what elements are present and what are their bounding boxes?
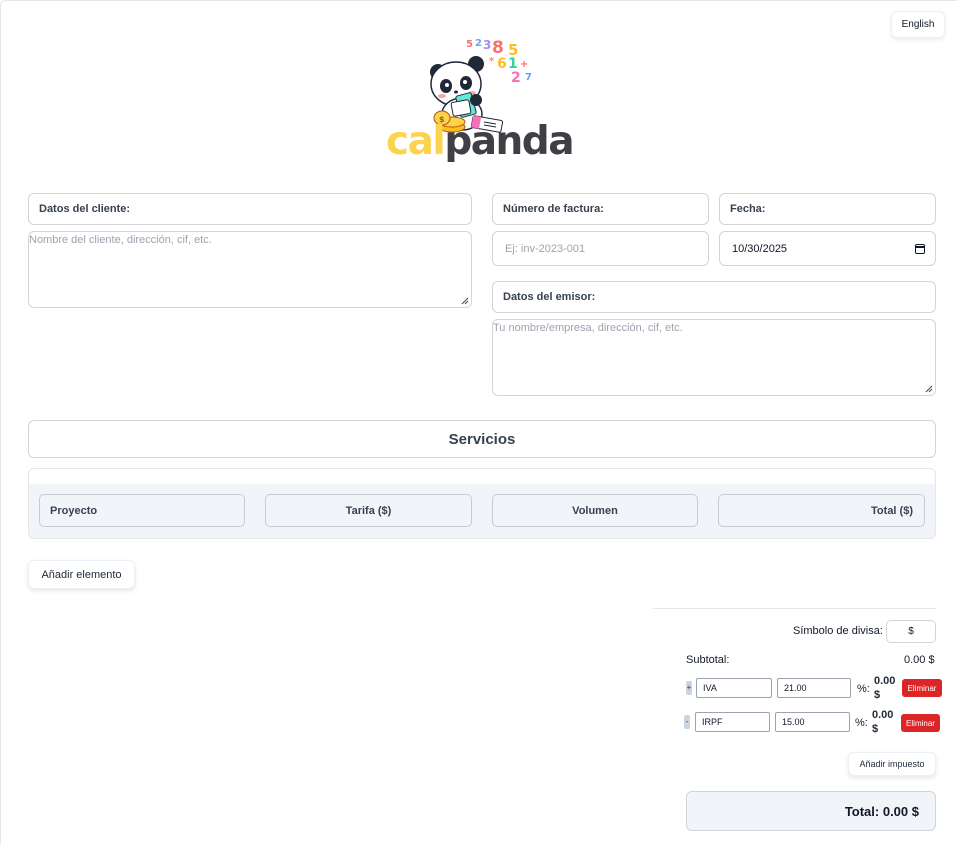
client-data-textarea[interactable]: Nombre del cliente, dirección, cif, etc. — [28, 231, 472, 308]
subtotal-label: Subtotal: — [686, 654, 730, 666]
tax-name-input[interactable]: IVA — [696, 678, 772, 698]
tax-percent-label: %: — [855, 717, 868, 729]
services-table: Proyecto Tarifa ($) Volumen Total ($) — [28, 468, 936, 539]
calendar-icon[interactable] — [915, 243, 925, 254]
tax-name-input[interactable]: IRPF — [695, 712, 770, 732]
issuer-data-label: Datos del emisor: — [492, 281, 936, 313]
issuer-data-placeholder: Tu nombre/empresa, dirección, cif, etc. — [493, 322, 683, 334]
svg-text:+: + — [520, 59, 528, 70]
tax-sign-toggle[interactable]: + — [686, 681, 692, 695]
client-data-label: Datos del cliente: — [28, 193, 472, 225]
date-value: 10/30/2025 — [732, 242, 788, 255]
add-item-button[interactable]: Añadir elemento — [28, 560, 135, 589]
svg-text:8: 8 — [492, 38, 504, 58]
services-title: Servicios — [28, 420, 936, 458]
tax-percent-label: %: — [857, 683, 870, 695]
date-input[interactable]: 10/30/2025 — [719, 231, 936, 266]
services-table-header: Proyecto Tarifa ($) Volumen Total ($) — [29, 484, 935, 538]
client-data-placeholder: Nombre del cliente, dirección, cif, etc. — [29, 234, 212, 246]
tax-amount: 0.00 $ — [872, 709, 894, 735]
currency-symbol-label: Símbolo de divisa: — [793, 625, 883, 637]
svg-text:*: * — [489, 56, 495, 67]
svg-text:3: 3 — [483, 38, 491, 52]
tax-amount: 0.00 $ — [874, 675, 896, 701]
tax-rate-input[interactable]: 15.00 — [775, 712, 850, 732]
tax-sign-toggle[interactable]: - — [684, 715, 690, 729]
summary-divider — [653, 608, 936, 609]
svg-text:2: 2 — [475, 38, 482, 49]
tax-rate-input[interactable]: 21.00 — [777, 678, 851, 698]
svg-text:2: 2 — [511, 70, 521, 86]
total-box: Total: 0.00 $ — [686, 791, 936, 831]
total-value: Total: 0.00 $ — [844, 803, 919, 819]
svg-text:7: 7 — [525, 72, 532, 83]
column-header-project: Proyecto — [39, 494, 245, 527]
issuer-data-textarea[interactable]: Tu nombre/empresa, dirección, cif, etc. — [492, 319, 936, 396]
column-header-total: Total ($) — [718, 494, 925, 527]
svg-text:6: 6 — [497, 56, 507, 72]
invoice-number-input[interactable]: Ej: inv-2023-001 — [492, 231, 709, 266]
date-label: Fecha: — [719, 193, 936, 225]
column-header-volume: Volumen — [492, 494, 698, 527]
add-tax-button[interactable]: Añadir impuesto — [848, 752, 936, 776]
resize-grip-icon[interactable] — [925, 385, 933, 393]
language-button[interactable]: English — [891, 11, 945, 38]
svg-text:5: 5 — [466, 39, 473, 50]
logo-wordmark: calpanda — [386, 119, 575, 164]
delete-tax-button[interactable]: Eliminar — [901, 714, 940, 732]
column-header-rate: Tarifa ($) — [265, 494, 472, 527]
resize-grip-icon[interactable] — [461, 297, 469, 305]
invoice-number-label: Número de factura: — [492, 193, 709, 225]
calpanda-logo: 5 2 3 8 5 * 6 1 + 2 7 $ calpanda — [384, 34, 580, 172]
delete-tax-button[interactable]: Eliminar — [902, 679, 942, 697]
currency-symbol-input[interactable]: $ — [886, 620, 936, 643]
subtotal-value: 0.00 $ — [904, 654, 935, 666]
